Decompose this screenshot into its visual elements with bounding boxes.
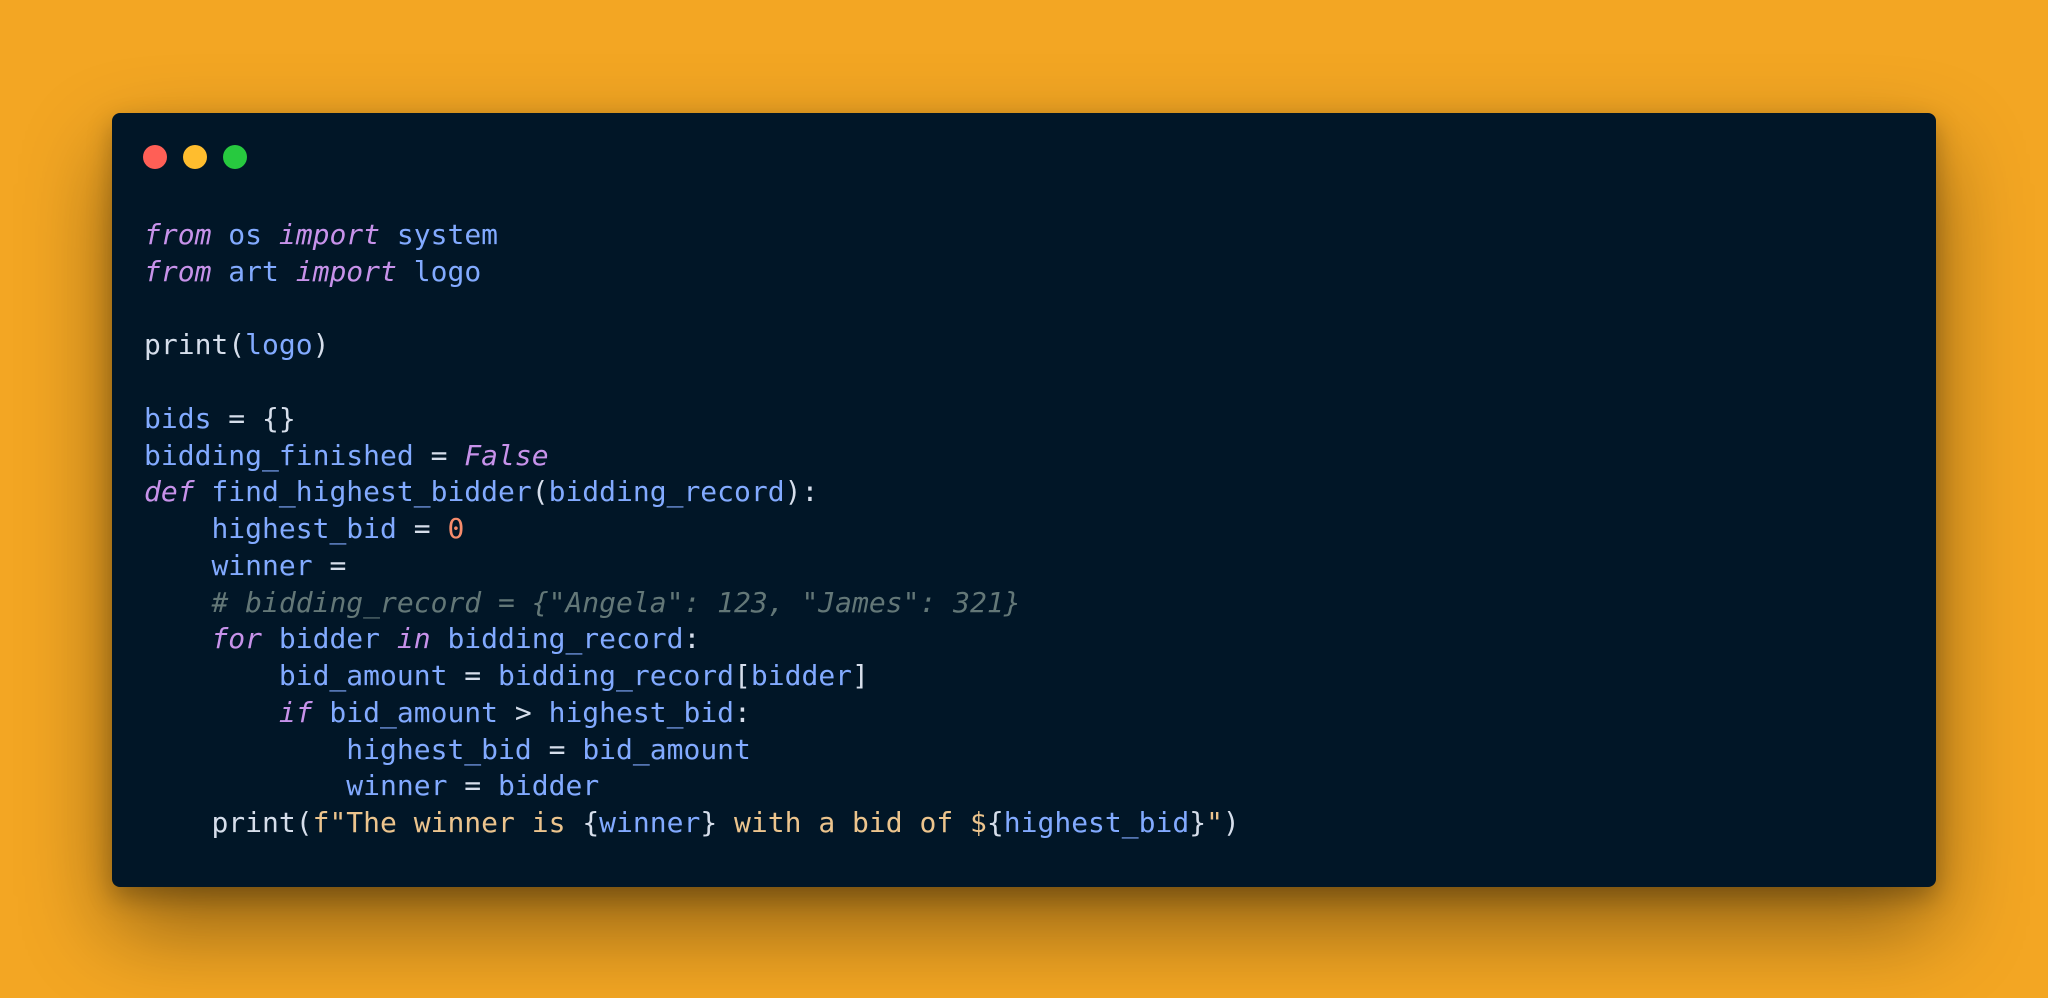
variable: highest_bid (346, 732, 532, 766)
window-controls (143, 145, 247, 169)
punctuation: ( (531, 475, 549, 509)
interpolated-variable: highest_bid (1003, 806, 1190, 839)
variable: bidding_finished (144, 438, 414, 472)
iterable: bidding_record (430, 622, 684, 656)
punctuation: [ (734, 659, 751, 692)
punctuation: ) (1222, 806, 1240, 839)
variable: bid_amount (312, 695, 515, 729)
assignment: = {} (211, 401, 296, 435)
variable: winner (211, 548, 313, 582)
variable: highest_bid (531, 695, 735, 729)
function-call: print( (144, 328, 246, 362)
code-line-11: # bidding_record = {"Angela": 123, "Jame… (144, 585, 1240, 622)
code-block: from os import system from art import log… (144, 217, 1240, 842)
interpolation-brace: { (582, 806, 600, 839)
assignment: = (312, 548, 347, 582)
comment: # bidding_record = {"Angela": 123, "Jame… (211, 585, 1021, 619)
keyword: if (278, 695, 313, 729)
maximize-window-icon[interactable] (223, 145, 247, 169)
keyword: for (211, 622, 263, 656)
code-line-6: bids = {} (144, 401, 1240, 438)
keyword: import (295, 254, 397, 288)
punctuation: ): (784, 475, 819, 509)
interpolation-brace: } (700, 806, 718, 839)
code-line-15: highest_bid = bid_amount (144, 732, 1240, 769)
code-line-13: bid_amount = bidding_record[bidder] (144, 658, 1240, 695)
keyword: import (278, 218, 381, 251)
code-line-8: def find_highest_bidder(bidding_record): (144, 474, 1240, 511)
assignment: = (447, 659, 499, 692)
punctuation: ] (852, 659, 869, 692)
code-line-7: bidding_finished = False (144, 438, 1240, 475)
variable: winner (346, 769, 448, 803)
close-window-icon[interactable] (143, 145, 167, 169)
code-line-14: if bid_amount > highest_bid: (144, 695, 1240, 732)
assignment: = (531, 732, 583, 766)
boolean-literal: False (464, 438, 549, 472)
import-name: logo (396, 254, 482, 288)
variable: bidding_record (498, 659, 735, 692)
code-line-9: highest_bid = 0 (144, 511, 1240, 548)
module-name: os (211, 218, 279, 251)
interpolation-brace: } (1189, 806, 1207, 839)
parameter: bidding_record (548, 475, 785, 509)
code-line-10: winner = (144, 548, 1240, 585)
assignment: = (413, 438, 465, 472)
number-literal: 0 (447, 512, 465, 545)
punctuation: : (734, 695, 751, 729)
import-name: system (380, 218, 499, 251)
argument: logo (245, 328, 313, 362)
code-line-17: print(f"The winner is {winner} with a bi… (144, 805, 1240, 842)
code-line-1: from os import system (144, 217, 1240, 254)
code-line-12: for bidder in bidding_record: (144, 621, 1240, 658)
variable: bid_amount (278, 659, 448, 692)
loop-variable: bidder (262, 622, 397, 656)
string-literal: " (1206, 806, 1223, 839)
assignment: = (396, 512, 448, 545)
interpolation-brace: { (986, 806, 1004, 839)
punctuation: : (683, 622, 701, 656)
variable: bidder (498, 769, 600, 803)
function-name: find_highest_bidder (194, 475, 532, 509)
module-name: art (211, 254, 296, 288)
interpolated-variable: winner (599, 806, 701, 839)
assignment: = (447, 769, 499, 803)
function-call: print( (211, 806, 313, 839)
keyword: def (144, 475, 195, 509)
variable: bids (144, 401, 212, 435)
keyword: from (144, 254, 212, 288)
code-line-16: winner = bidder (144, 768, 1240, 805)
minimize-window-icon[interactable] (183, 145, 207, 169)
index: bidder (750, 659, 853, 692)
punctuation: ) (312, 328, 330, 362)
code-line-2: from art import logo (144, 254, 1240, 291)
keyword: in (396, 622, 431, 656)
code-line-4: print(logo) (144, 327, 1240, 364)
string-literal: f"The winner is (312, 806, 583, 839)
variable: bid_amount (582, 732, 751, 766)
operator: > (514, 695, 532, 729)
string-literal: with a bid of $ (717, 806, 987, 839)
keyword: from (144, 218, 212, 251)
variable: highest_bid (211, 512, 397, 545)
